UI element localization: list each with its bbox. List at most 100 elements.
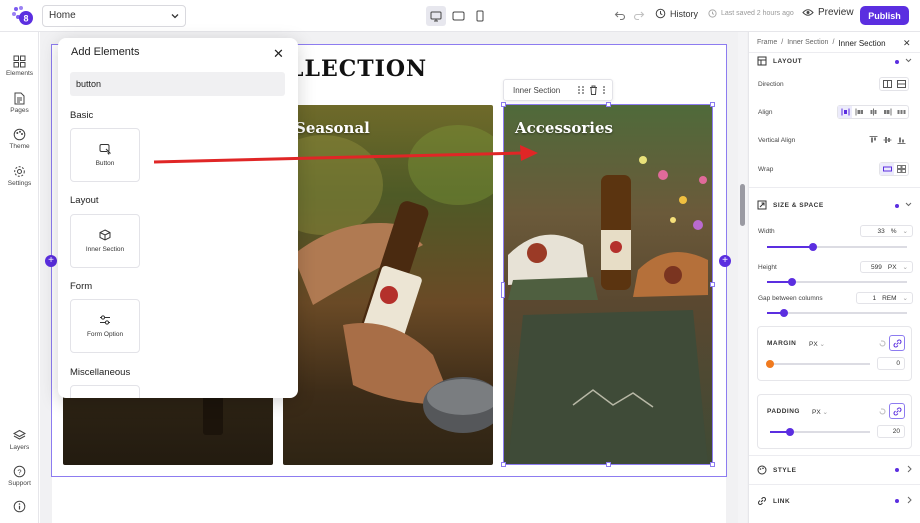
resize-handle-bl[interactable] [501,462,506,467]
valign-center-button[interactable] [880,134,894,146]
width-slider[interactable] [767,243,907,251]
drag-handle-icon[interactable] [577,85,585,95]
add-left-button[interactable]: + [45,255,57,267]
height-unit[interactable]: PX [888,264,897,271]
redo-icon[interactable] [633,9,645,21]
info-button[interactable] [0,500,39,513]
element-search-input[interactable] [70,72,285,96]
margin-label: MARGIN [767,340,797,347]
add-right-button[interactable]: + [719,255,731,267]
preview-button[interactable]: Preview [802,7,854,18]
margin-value-input[interactable]: 0 [877,357,905,370]
reset-icon[interactable] [878,407,887,416]
canvas-scrollbar[interactable] [738,32,747,523]
breadcrumb-current: Inner Section [838,39,886,48]
section-label-form: Form [70,281,93,292]
tablet-view-button[interactable] [448,6,468,26]
resize-handle-l[interactable] [501,282,505,298]
close-icon[interactable]: ✕ [273,46,284,62]
collection-card-seasonal[interactable]: Seasonal [283,105,493,465]
seasonal-photo [283,125,493,433]
rail-item-layers[interactable]: Layers [0,429,39,451]
inner-section-selection[interactable] [503,104,713,465]
collection-heading[interactable]: LLECTION [288,56,427,82]
mobile-icon [476,10,484,22]
scrollbar-thumb[interactable] [740,184,745,226]
resize-handle-tr[interactable] [710,102,715,107]
more-vertical-icon[interactable] [602,85,606,95]
style-section-header[interactable]: STYLE [757,465,796,475]
height-slider[interactable] [767,278,907,286]
link-section-header[interactable]: LINK [757,496,790,506]
trash-icon[interactable] [589,85,598,95]
layout-section-header[interactable]: LAYOUT [757,56,802,66]
rail-item-elements[interactable]: Elements [0,55,39,77]
section-label-layout: Layout [70,195,99,206]
padding-slider-knob[interactable] [786,428,794,436]
margin-slider-knob[interactable] [766,360,774,368]
chevron-right-icon[interactable] [906,465,913,473]
padding-unit: PX [812,409,821,416]
padding-value-input[interactable]: 20 [877,425,905,438]
undo-icon[interactable] [614,9,626,21]
reset-icon[interactable] [878,339,887,348]
valign-bottom-button[interactable] [894,134,908,146]
element-tile-misc[interactable] [70,385,140,398]
gap-slider[interactable] [767,309,907,317]
tablet-icon [452,11,464,21]
mobile-view-button[interactable] [470,6,490,26]
width-input[interactable]: 33 % ⌄ [860,225,913,237]
button-element-icon [99,144,111,155]
rail-item-pages[interactable]: Pages [0,92,39,114]
align-option-5[interactable] [894,106,908,118]
direction-row-button[interactable] [880,78,894,90]
align-option-4[interactable] [880,106,894,118]
publish-button[interactable]: Publish [860,6,909,25]
history-button[interactable]: History [655,8,698,19]
align-option-3[interactable] [866,106,880,118]
close-panel-icon[interactable]: ✕ [903,38,911,49]
rail-item-support[interactable]: ? Support [0,465,39,487]
resize-handle-r[interactable] [710,282,715,287]
properties-panel: Frame / Inner Section / Inner Section ✕ LA… [748,32,920,523]
margin-slider[interactable] [766,360,870,368]
desktop-view-button[interactable] [426,6,446,26]
align-option-1[interactable] [838,106,852,118]
rail-item-settings[interactable]: Settings [0,165,39,187]
divider [749,52,920,53]
chevron-up-icon[interactable] [905,57,912,64]
resize-handle-t[interactable] [606,102,611,107]
element-tile-button[interactable]: Button [70,128,140,182]
nowrap-button[interactable] [880,163,894,175]
width-slider-knob[interactable] [809,243,818,251]
height-slider-knob[interactable] [788,278,797,286]
element-tile-inner-section[interactable]: Inner Section [70,214,140,268]
rail-item-theme[interactable]: Theme [0,128,39,150]
padding-link-toggle[interactable] [889,403,905,419]
app-logo[interactable]: 8 [10,5,34,27]
wrap-button[interactable] [894,163,908,175]
margin-unit-select[interactable]: PX ⌄ [809,340,825,348]
resize-handle-br[interactable] [710,462,715,467]
gap-slider-knob[interactable] [779,309,788,317]
width-unit[interactable]: % [891,228,897,235]
page-select[interactable]: Home [42,5,186,27]
gap-input[interactable]: 1 REM ⌄ [856,292,913,304]
align-option-2[interactable] [852,106,866,118]
breadcrumb-item-inner-section[interactable]: Inner Section [787,39,828,48]
chevron-up-icon[interactable] [905,201,912,208]
margin-link-toggle[interactable] [889,335,905,351]
padding-unit-select[interactable]: PX ⌄ [812,408,828,416]
padding-slider[interactable] [770,428,870,436]
valign-top-button[interactable] [866,134,880,146]
breadcrumb-item-frame[interactable]: Frame [757,39,777,48]
gap-unit[interactable]: REM [882,295,896,302]
size-space-section-header[interactable]: SIZE & SPACE [757,200,824,210]
direction-column-button[interactable] [894,78,908,90]
chevron-right-icon[interactable] [906,496,913,504]
height-input[interactable]: 599 PX ⌄ [860,261,913,273]
element-tile-form-option[interactable]: Form Option [70,299,140,353]
margin-unit: PX [809,341,818,348]
resize-handle-b[interactable] [606,462,611,467]
resize-handle-tl[interactable] [501,102,506,107]
